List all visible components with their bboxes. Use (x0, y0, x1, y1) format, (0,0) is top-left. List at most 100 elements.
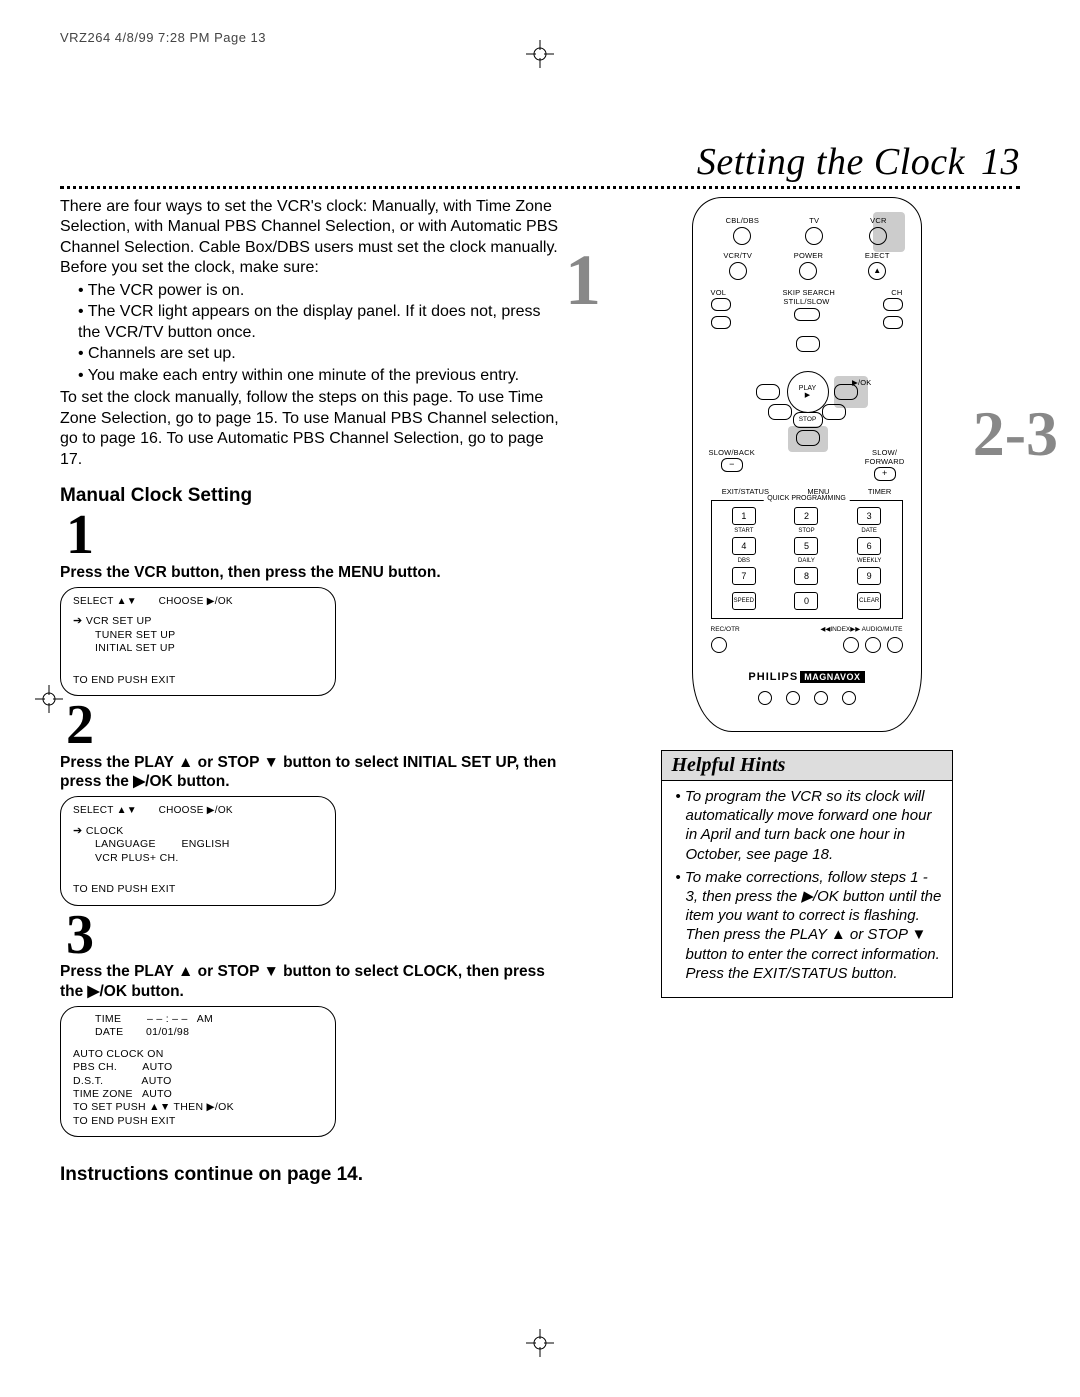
step-1-text: Press the VCR button, then press the MEN… (60, 563, 565, 583)
num-8-icon: 8 (794, 567, 818, 585)
minus-button-icon: − (721, 458, 743, 472)
osd-line: TO END PUSH EXIT (73, 1115, 323, 1128)
title-divider (60, 186, 1020, 189)
audio-mute-icon (887, 637, 903, 653)
remote-label: STILL/SLOW (783, 297, 829, 306)
precheck-item: Channels are set up. (78, 344, 565, 364)
hint-item: To program the VCR so its clock will aut… (676, 787, 942, 864)
brand-philips: PHILIPS (748, 671, 798, 683)
still-slow-icon (794, 308, 820, 321)
osd-screen-2: SELECT ▲▼ CHOOSE ▶/OK CLOCK LANGUAGE ENG… (60, 796, 336, 906)
num-3-icon: 3 (857, 507, 881, 525)
osd-line: TO SET PUSH ▲▼ THEN ▶/OK (73, 1101, 323, 1114)
clear-button-icon: CLEAR (857, 592, 881, 610)
vol-down-icon (711, 316, 731, 329)
osd-screen-3: TIME – – : – – AM DATE 01/01/98 AUTO CLO… (60, 1006, 336, 1138)
plus-button-icon: + (874, 467, 896, 481)
num-1-icon: 1 (732, 507, 756, 525)
intro-paragraph-2: To set the clock manually, follow the st… (60, 388, 565, 470)
ch-down-icon (883, 316, 903, 329)
osd-line: VCR SET UP (86, 615, 152, 628)
stop-button-icon: STOP (793, 412, 823, 428)
brand-row: PHILIPSMAGNAVOX (703, 671, 911, 683)
osd-line: DATE 01/01/98 (73, 1026, 189, 1039)
left-arrow-icon (756, 384, 780, 400)
title-text: Setting the Clock (697, 141, 965, 183)
step-3-text: Press the PLAY ▲ or STOP ▼ button to sel… (60, 962, 565, 1002)
step-number-2: 2 (66, 700, 565, 750)
vcrtv-button-icon (729, 262, 747, 280)
osd-header-left: SELECT ▲▼ (73, 596, 137, 607)
remote-label: DAILY (778, 558, 835, 564)
osd-line: TIME – – : – – AM (73, 1013, 213, 1026)
osd-footer: TO END PUSH EXIT (73, 674, 323, 687)
helpful-hints-box: Helpful Hints To program the VCR so its … (661, 750, 953, 998)
page-title: Setting the Clock 13 (60, 140, 1020, 184)
rec-button-icon (711, 637, 727, 653)
page-number: 13 (981, 141, 1020, 183)
step-number-1: 1 (66, 510, 565, 560)
remote-label: ▶/OK (852, 378, 872, 387)
remote-label: SLOW/BACK (709, 448, 755, 457)
index-fwd-icon (865, 637, 881, 653)
bottom-dots-icon (703, 691, 911, 705)
num-7-icon: 7 (732, 567, 756, 585)
continue-text: Instructions continue on page 14. (60, 1163, 565, 1187)
hint-item: To make corrections, follow steps 1 - 3,… (676, 868, 942, 983)
precheck-item: The VCR light appears on the display pan… (78, 302, 565, 343)
remote-label: TIMER (868, 487, 891, 496)
osd-line: TUNER SET UP (73, 629, 175, 642)
remote-label: CBL/DBS (726, 216, 760, 225)
precheck-list: The VCR power is on. The VCR light appea… (60, 281, 565, 386)
remote-label: SKIP SEARCH (782, 288, 835, 297)
osd-line: CLOCK (86, 825, 124, 838)
osd-line: AUTO CLOCK ON (73, 1048, 323, 1061)
remote-label: SLOW/ FORWARD (865, 448, 905, 466)
osd-header-right: CHOOSE ▶/OK (159, 805, 233, 816)
remote-label: QUICK PROGRAMMING (763, 495, 850, 502)
play-up-icon (796, 336, 820, 352)
remote-label: DATE (841, 528, 898, 534)
num-4-icon: 4 (732, 537, 756, 555)
section-heading: Manual Clock Setting (60, 484, 565, 508)
remote-label: POWER (794, 251, 823, 260)
remote-label: EXIT/STATUS (722, 487, 769, 496)
ch-up-icon (883, 298, 903, 311)
rewind-icon (768, 404, 792, 420)
osd-header-right: CHOOSE ▶/OK (159, 596, 233, 607)
step-2-text: Press the PLAY ▲ or STOP ▼ button to sel… (60, 753, 565, 793)
ffwd-icon (822, 404, 846, 420)
vcr-button-icon (869, 227, 887, 245)
crop-mark-bottom-icon (526, 1329, 554, 1357)
num-6-icon: 6 (857, 537, 881, 555)
num-9-icon: 9 (857, 567, 881, 585)
dpad-icon: PLAY▶ STOP ▶/OK (742, 336, 872, 446)
eject-button-icon: ▲ (868, 262, 886, 280)
remote-label: EJECT (865, 251, 890, 260)
stop-down-arrow-icon (796, 430, 820, 446)
brand-magnavox: MAGNAVOX (800, 671, 864, 683)
remote-control-diagram: CBL/DBS TV VCR VCR/TV POWER EJECT▲ VOL S… (692, 197, 922, 732)
play-center-icon: PLAY▶ (787, 371, 829, 413)
step-number-3: 3 (66, 910, 565, 960)
quick-programming-box: QUICK PROGRAMMING 1 2 3 START STOP DATE … (711, 500, 903, 619)
osd-screen-1: SELECT ▲▼ CHOOSE ▶/OK VCR SET UP TUNER S… (60, 587, 336, 697)
vol-up-icon (711, 298, 731, 311)
remote-label: VOL (711, 288, 727, 297)
osd-footer: TO END PUSH EXIT (73, 883, 323, 896)
num-5-icon: 5 (794, 537, 818, 555)
osd-line: TIME ZONE AUTO (73, 1088, 323, 1101)
precheck-item: The VCR power is on. (78, 281, 565, 301)
num-2-icon: 2 (794, 507, 818, 525)
remote-label: REC/OTR (711, 626, 740, 633)
cbl-dbs-button-icon (733, 227, 751, 245)
remote-label: CH (891, 288, 902, 297)
callout-1: 1 (565, 239, 601, 322)
power-button-icon (799, 262, 817, 280)
osd-line: INITIAL SET UP (73, 642, 175, 655)
remote-label: TV (809, 216, 819, 225)
remote-label: STOP (778, 528, 835, 534)
remote-label: WEEKLY (841, 558, 898, 564)
osd-line: D.S.T. AUTO (73, 1075, 323, 1088)
osd-line: PBS CH. AUTO (73, 1061, 323, 1074)
